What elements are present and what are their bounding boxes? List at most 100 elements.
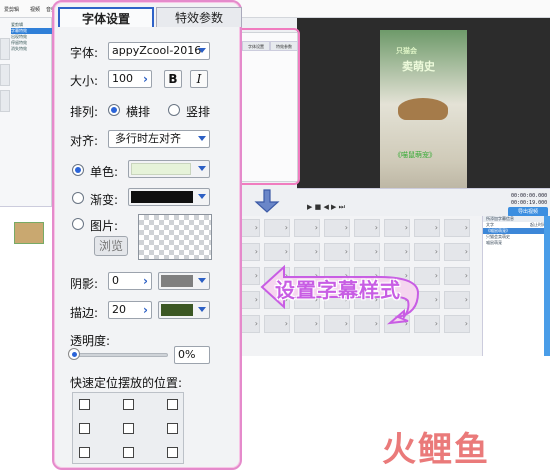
- shadow-color-swatch: [161, 275, 193, 287]
- position-bottom-center-checkbox[interactable]: [123, 447, 134, 458]
- position-grid: [72, 392, 184, 464]
- size-input[interactable]: 100 ›: [108, 70, 152, 88]
- stroke-color-picker[interactable]: [158, 301, 210, 319]
- preview-cat-image: [398, 98, 448, 120]
- preview-caption-main: 卖萌史: [402, 60, 435, 73]
- tree-item[interactable]: [11, 106, 52, 112]
- vertical-radio[interactable]: [168, 104, 180, 116]
- stroke-color-swatch: [161, 304, 193, 316]
- font-value: appyZcool-2016: [112, 44, 202, 57]
- watermark-logo: 火鲤鱼: [372, 420, 550, 470]
- position-label: 快速定位摆放的位置:: [70, 376, 183, 390]
- app-title: 爱剪辑: [4, 7, 20, 13]
- position-middle-left-checkbox[interactable]: [79, 423, 90, 434]
- size-label: 大小:: [70, 74, 99, 88]
- tab-font-settings[interactable]: 字体设置: [58, 7, 154, 27]
- chevron-down-icon: [197, 306, 207, 314]
- opacity-value: 0%: [178, 348, 196, 361]
- size-value: 100: [112, 72, 133, 85]
- opacity-slider-knob[interactable]: [68, 348, 80, 360]
- font-select[interactable]: appyZcool-2016: [108, 42, 210, 60]
- opacity-input[interactable]: 0%: [174, 346, 210, 364]
- italic-button[interactable]: I: [190, 70, 208, 88]
- shadow-color-picker[interactable]: [158, 272, 210, 290]
- chevron-down-icon: [197, 135, 207, 143]
- effect-tree: 爱剪辑 字幕特效 出现特效 停留特效 消失特效: [11, 22, 52, 112]
- image-label: 图片:: [90, 219, 119, 233]
- subtitle-info-list: 所添加字幕信息 文字 起止时间 《喵鼠萌宠》 只猫会卖萌史 喵鼠萌宠: [482, 216, 550, 356]
- browse-button[interactable]: 浏览: [94, 236, 128, 256]
- gradient-swatch: [131, 191, 193, 203]
- font-label: 字体:: [70, 46, 99, 60]
- timecode-total: 00:00:19.000: [511, 200, 548, 206]
- timeline-cell[interactable]: [264, 219, 290, 237]
- gradient-radio[interactable]: [72, 192, 84, 204]
- watermark-text: 火鲤鱼: [382, 430, 490, 470]
- shadow-label: 阴影:: [70, 277, 99, 291]
- font-settings-dialog: 字体设置 特效参数 字体: appyZcool-2016 大小: 100 › B…: [52, 0, 242, 470]
- left-vertical-tab-1[interactable]: [0, 38, 10, 60]
- side-scroll-strip[interactable]: [544, 216, 550, 356]
- timeline-cell[interactable]: [444, 267, 470, 285]
- subtitle-row[interactable]: 喵鼠萌宠: [483, 240, 550, 246]
- horizontal-label: 横排: [126, 105, 151, 119]
- solid-color-label: 单色:: [90, 165, 119, 179]
- stroke-label: 描边:: [70, 306, 99, 320]
- position-center-checkbox[interactable]: [123, 423, 134, 434]
- dialog-tabs: 字体设置 特效参数: [58, 5, 242, 27]
- bold-button[interactable]: B: [164, 70, 182, 88]
- align-value: 多行时左对齐: [115, 132, 181, 145]
- position-top-left-checkbox[interactable]: [79, 399, 90, 410]
- vertical-label: 竖排: [186, 105, 211, 119]
- chevron-down-icon: [197, 47, 207, 55]
- timecode-current: 00:00:00.000: [511, 193, 548, 199]
- shadow-value: 0: [112, 274, 119, 287]
- chevron-right-icon: ›: [143, 72, 148, 86]
- timeline-cell[interactable]: [324, 219, 350, 237]
- timeline-cell[interactable]: [294, 219, 320, 237]
- callout-text: 设置字幕样式: [275, 278, 401, 302]
- shadow-input[interactable]: 0 ›: [108, 272, 152, 290]
- down-arrow-icon: [254, 189, 280, 213]
- chevron-down-icon: [197, 193, 207, 201]
- left-vertical-tab-2[interactable]: [0, 64, 10, 86]
- align-select[interactable]: 多行时左对齐: [108, 130, 210, 148]
- image-preview: [138, 214, 212, 260]
- opacity-slider-track[interactable]: [70, 353, 168, 357]
- chevron-down-icon: [197, 165, 207, 173]
- timeline-cell[interactable]: [354, 219, 380, 237]
- chevron-right-icon: ›: [143, 303, 148, 317]
- position-top-right-checkbox[interactable]: [167, 399, 178, 410]
- image-radio[interactable]: [72, 218, 84, 230]
- mini-dialog-highlight: [235, 28, 300, 185]
- title-tab-video[interactable]: 视频: [30, 6, 40, 13]
- position-middle-right-checkbox[interactable]: [167, 423, 178, 434]
- solid-color-picker[interactable]: [128, 160, 210, 178]
- layout-label: 排列:: [70, 105, 99, 119]
- solid-color-radio[interactable]: [72, 164, 84, 176]
- timeline-cell[interactable]: [444, 219, 470, 237]
- timeline-cell[interactable]: [444, 315, 470, 333]
- left-vertical-tab-3[interactable]: [0, 90, 10, 112]
- position-top-center-checkbox[interactable]: [123, 399, 134, 410]
- position-bottom-right-checkbox[interactable]: [167, 447, 178, 458]
- position-bottom-left-checkbox[interactable]: [79, 447, 90, 458]
- timeline-cell[interactable]: [414, 219, 440, 237]
- chevron-down-icon: [197, 277, 207, 285]
- clip-thumbnail[interactable]: [14, 222, 44, 244]
- timeline-cell[interactable]: [444, 243, 470, 261]
- stroke-value: 20: [112, 303, 126, 316]
- preview-caption-bottom: 《喵鼠萌宠》: [394, 151, 436, 159]
- timeline-cell[interactable]: [444, 291, 470, 309]
- opacity-label: 透明度:: [70, 334, 111, 348]
- gradient-picker[interactable]: [128, 188, 210, 206]
- gradient-label: 渐变:: [90, 193, 119, 207]
- chevron-right-icon: ›: [143, 274, 148, 288]
- horizontal-radio[interactable]: [108, 104, 120, 116]
- align-label: 对齐:: [70, 134, 99, 148]
- play-icon[interactable]: ▶ ■ ◀ ▶ ⏭: [307, 203, 345, 212]
- stroke-input[interactable]: 20 ›: [108, 301, 152, 319]
- timeline-cell[interactable]: [384, 219, 410, 237]
- tab-effect-params[interactable]: 特效参数: [156, 7, 242, 27]
- preview-caption-top: 只猫会: [396, 47, 417, 55]
